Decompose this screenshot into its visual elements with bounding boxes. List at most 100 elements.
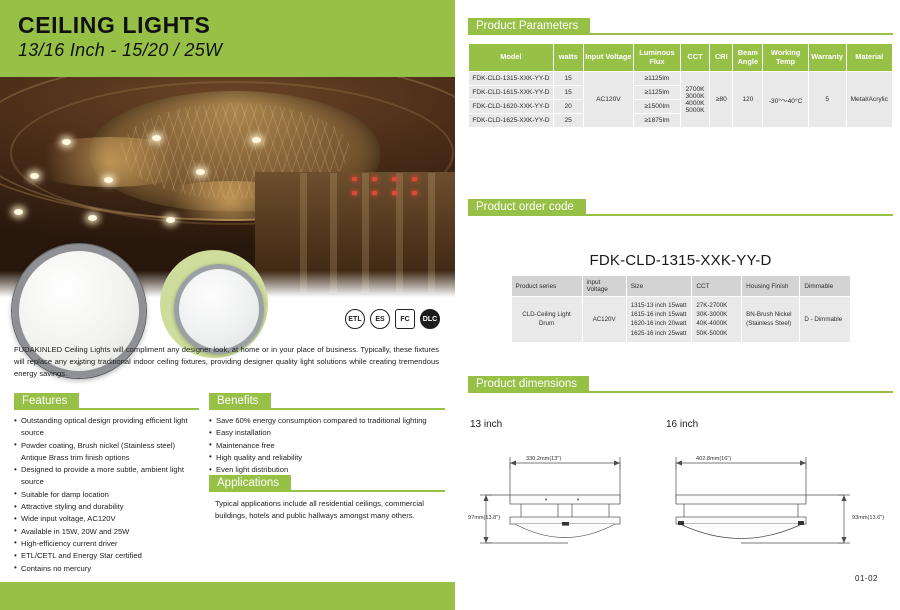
features-list: Outstanding optical design providing eff…: [14, 415, 199, 576]
product-description: FUDAKINLED Ceiling Lights will complimen…: [14, 345, 439, 378]
list-item: Contains no mercury: [14, 562, 199, 575]
list-item: Powder coating, Brush nickel (Stainless …: [14, 439, 199, 465]
left-column: CEILING LIGHTS 13/16 Inch - 15/20 / 25W: [0, 0, 455, 610]
list-item: ETL/CETL and Energy Star certified: [14, 550, 199, 563]
cell-flux: ≥1500lm: [633, 99, 681, 115]
col-material: Material: [845, 42, 894, 73]
dimension-drawings: 13 inch 16 inch 330.2mm(13") 97mm(13.8")…: [468, 419, 893, 554]
dimension-label-13inch: 13 inch: [470, 419, 503, 430]
page-subtitle: 13/16 Inch - 15/20 / 25W: [18, 40, 223, 60]
benefits-header: Benefits: [209, 391, 445, 410]
col-luminous-flux: Luminous Flux: [633, 42, 681, 73]
cell-watts: 20: [552, 99, 584, 115]
col-beam-angle: Beam Angle: [732, 42, 764, 73]
col-housing-finish: Housing Finish: [741, 275, 801, 297]
cell-model: FDK-CLD-1625-XXK-YY-D: [468, 113, 554, 129]
cell-model: FDK-CLD-1615-XXK-YY-D: [468, 85, 554, 101]
product-dimensions-header: Product dimensions: [468, 374, 893, 393]
product-parameters-section: Product Parameters Model watts Input Vol…: [468, 16, 894, 129]
cell-watts: 15: [552, 85, 584, 101]
product-parameters-table: Model watts Input Voltage Luminous Flux …: [468, 42, 894, 129]
ceiling-spotlight: [196, 169, 205, 175]
hall-lamp: [412, 177, 417, 181]
list-item: Available in 15W, 20W and 25W: [14, 525, 199, 538]
cell-size: 1315-13 inch 15watt 1615-16 inch 15watt 16…: [625, 296, 693, 343]
cell-flux: ≥1125lm: [633, 71, 681, 87]
col-cri: CRI: [709, 42, 734, 73]
hall-lamp: [372, 177, 377, 181]
dimension-height-16inch: 93mm(13.6"): [852, 515, 885, 521]
cell-product-series: CLD-Ceiling Light Drum: [510, 296, 583, 343]
hall-lamp: [392, 177, 397, 181]
hall-lamp: [372, 191, 377, 195]
hall-lamp: [352, 177, 357, 181]
cell-watts: 25: [552, 113, 584, 129]
cell-working-temp: -30°～40°C: [762, 71, 809, 129]
col-product-series: Product series: [510, 275, 583, 297]
cell-model: FDK-CLD-1315-XXK-YY-D: [468, 71, 554, 87]
cell-model: FDK-CLD-1620-XXK-YY-D: [468, 99, 554, 115]
fcc-badge: FC: [395, 309, 415, 329]
ceiling-spotlight: [104, 177, 113, 183]
col-cct: CCT: [691, 275, 743, 297]
list-item: Wide input voltage, AC120V: [14, 513, 199, 526]
list-item: Outstanding optical design providing eff…: [14, 415, 199, 440]
col-watts: watts: [552, 42, 584, 73]
col-model: Model: [468, 42, 554, 73]
applications-text: Typical applications include all residen…: [215, 499, 424, 521]
energy-star-badge: ES: [370, 309, 390, 329]
certification-badges: ETL ES FC DLC: [345, 309, 440, 329]
cell-watts: 15: [552, 71, 584, 87]
cell-input-voltage: AC120V: [581, 296, 627, 343]
hero-banner: CEILING LIGHTS 13/16 Inch - 15/20 / 25W: [0, 0, 455, 77]
ceiling-spotlight: [30, 173, 39, 179]
product-parameters-header: Product Parameters: [468, 16, 893, 35]
col-input-voltage: input Voltage: [581, 275, 627, 297]
cell-flux: ≥1125lm: [633, 85, 681, 101]
col-size: Size: [625, 275, 693, 297]
ceiling-spotlight: [62, 139, 71, 145]
product-photo-small: [174, 264, 264, 354]
dimension-label-16inch: 16 inch: [666, 419, 699, 430]
table-row: FDK-CLD-1315-XXK-YY-D 15 AC120V ≥1125lm …: [468, 71, 894, 129]
ceiling-spotlight: [166, 217, 175, 223]
features-header: Features: [14, 391, 199, 410]
ceiling-spotlight: [14, 209, 23, 215]
product-dimensions-section: Product dimensions 13 inch 16 inch 330.2…: [468, 374, 893, 554]
cell-warranty: 5: [807, 71, 847, 129]
etl-badge: ETL: [345, 309, 365, 329]
datasheet-page: CEILING LIGHTS 13/16 Inch - 15/20 / 25W: [0, 0, 900, 610]
col-dimmable: Dimmable: [799, 275, 851, 297]
page-title: CEILING LIGHTS: [18, 12, 211, 38]
table-row: CLD-Ceiling Light Drum AC120V 1315-13 in…: [510, 296, 851, 343]
table-header-row: Product series input Voltage Size CCT Ho…: [510, 275, 851, 297]
applications-section: Applications Typical applications includ…: [209, 473, 445, 522]
list-item: Designed to provide a more subtle, ambie…: [14, 464, 199, 489]
list-item: Attractive styling and durability: [14, 501, 199, 514]
col-input-voltage: Input Voltage: [582, 42, 635, 73]
hall-lamp: [392, 191, 397, 195]
cell-flux: ≥1875lm: [633, 113, 681, 129]
list-item: Suitable for damp location: [14, 488, 199, 501]
list-item: Maintenance free: [209, 439, 445, 452]
footer-bar: [0, 582, 455, 610]
ceiling-spotlight: [252, 137, 261, 143]
col-warranty: Warranty: [807, 42, 847, 73]
cell-beam-angle: 120: [732, 71, 764, 129]
cell-input-voltage: AC120V: [582, 71, 635, 129]
applications-header: Applications: [209, 473, 445, 492]
ceiling-spotlight: [88, 215, 97, 221]
product-order-code-table: Product series input Voltage Size CCT Ho…: [510, 275, 851, 343]
dimension-height-13inch: 97mm(13.8"): [468, 515, 501, 521]
dimension-width-13inch: 330.2mm(13"): [526, 456, 562, 462]
col-cct: CCT: [679, 42, 711, 73]
col-working-temp: Working Temp: [762, 42, 809, 73]
list-item: High quality and reliability: [209, 451, 445, 464]
ceiling-spotlight: [152, 135, 161, 141]
dimension-width-16inch: 402.8mm(16"): [696, 456, 732, 462]
page-number: 01-02: [855, 574, 878, 583]
right-column: Product Parameters Model watts Input Vol…: [468, 0, 894, 610]
hall-lamp: [412, 191, 417, 195]
cell-cct: 2700K 3000K 4000K 5000K: [679, 71, 711, 129]
cell-cri: ≥80: [709, 71, 734, 129]
